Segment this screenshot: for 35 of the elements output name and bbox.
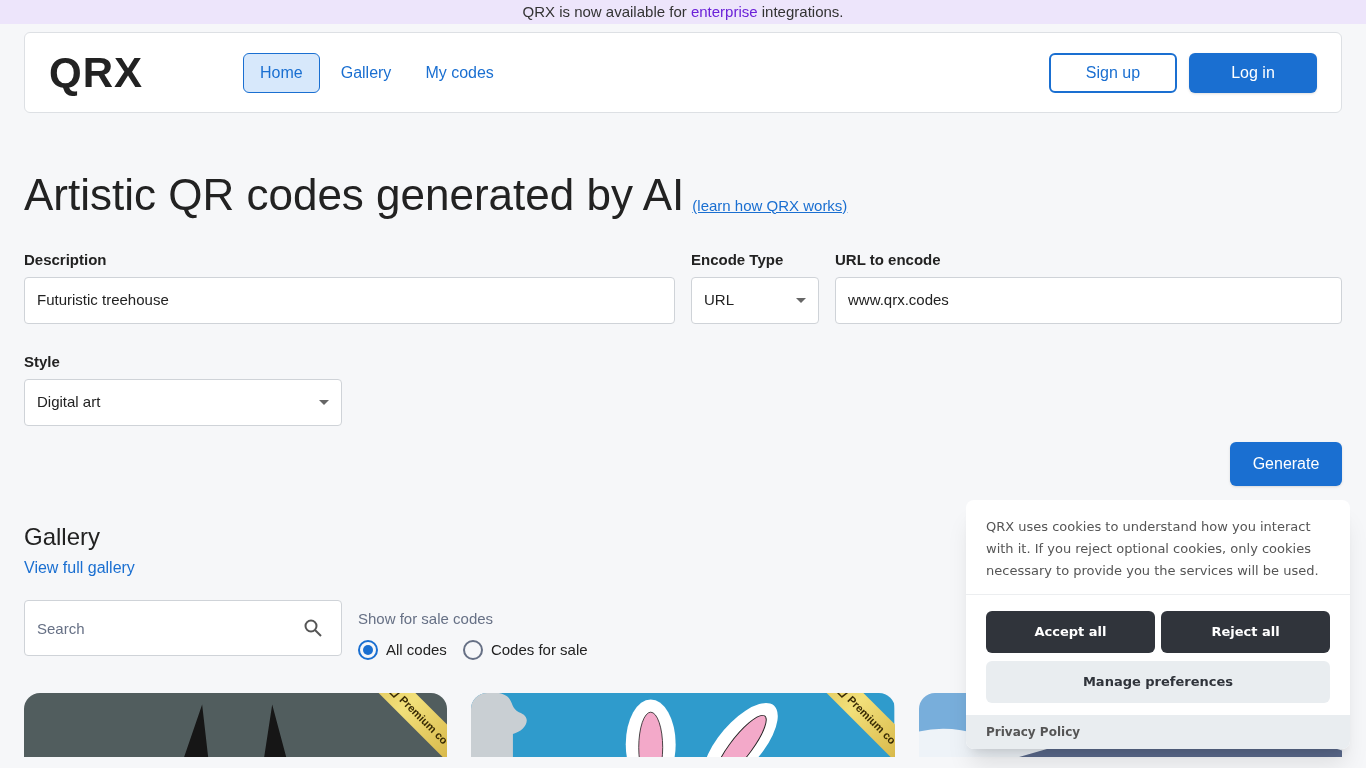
- radio-option[interactable]: All codes: [358, 638, 447, 661]
- radio-button[interactable]: [358, 639, 378, 660]
- enterprise-link[interactable]: enterprise: [690, 2, 758, 20]
- view-gallery-link[interactable]: View full gallery: [24, 559, 135, 576]
- announcement-text: QRX is now available for enterprise integrations.: [522, 1, 844, 22]
- nav-tab[interactable]: My codes: [412, 52, 507, 93]
- section-title: Gallery: [24, 522, 101, 552]
- reject-all-button[interactable]: Reject all: [1161, 611, 1330, 653]
- dropdown[interactable]: URL: [691, 277, 819, 324]
- nav-tab[interactable]: Home: [243, 52, 320, 93]
- field-label: Style: [24, 352, 61, 371]
- accept-all-button[interactable]: Accept all: [986, 611, 1155, 653]
- logo[interactable]: QRX: [49, 41, 195, 104]
- page-title: Artistic QR codes generated by AI: [24, 173, 685, 217]
- search-icon: [304, 619, 322, 637]
- sign-up-button[interactable]: Sign up: [1049, 52, 1177, 93]
- radio-button[interactable]: [462, 639, 483, 660]
- radio-option[interactable]: Codes for sale: [462, 638, 588, 661]
- text-field[interactable]: Futuristic treehouse: [24, 277, 675, 324]
- dropdown-caret-icon: [796, 298, 806, 303]
- dropdown-caret-icon: [319, 400, 329, 405]
- manage-preferences-button[interactable]: Manage preferences: [986, 661, 1330, 703]
- search-field[interactable]: Search: [24, 600, 342, 656]
- cookie-message: QRX uses cookies to understand how you interact with it. If you reject optional cookies, only cookies necessary to provide you the services will be used.: [985, 518, 1320, 580]
- field-label: Encode Type: [691, 250, 785, 269]
- privacy-policy-link[interactable]: Privacy Policy: [986, 723, 1081, 741]
- field-label: URL to encode: [835, 250, 942, 269]
- dropdown[interactable]: Digital art: [24, 379, 342, 426]
- learn-link[interactable]: (learn how QRX works): [692, 194, 848, 217]
- text-field[interactable]: www.qrx.codes: [835, 277, 1342, 324]
- nav-tab[interactable]: Gallery: [327, 52, 405, 93]
- field-label: Description: [24, 250, 108, 269]
- log-in-button[interactable]: Log in: [1189, 52, 1317, 93]
- filter-label: Show for sale codes: [358, 609, 495, 629]
- generate-button[interactable]: Generate: [1230, 442, 1342, 486]
